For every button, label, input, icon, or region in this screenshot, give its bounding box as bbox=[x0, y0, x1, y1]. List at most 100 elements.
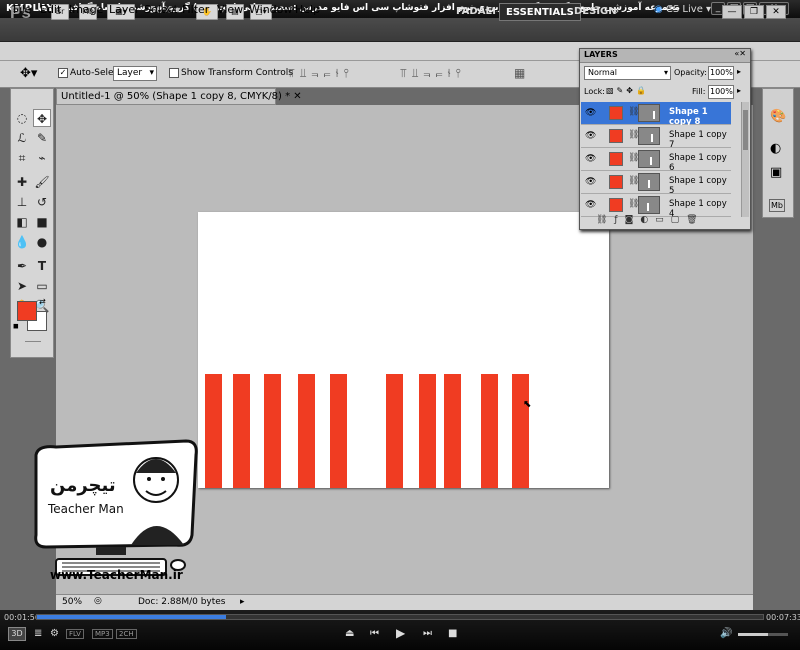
eraser-tool-icon[interactable]: ◧ bbox=[13, 213, 31, 231]
quick-select-tool-icon[interactable]: ✎ bbox=[33, 129, 51, 147]
ps-minimize-icon[interactable]: — bbox=[722, 5, 742, 19]
color-panel-icon[interactable]: 🎨 bbox=[770, 109, 786, 124]
ps-restore-icon[interactable]: ❐ bbox=[744, 5, 764, 19]
fill-input[interactable]: 100% bbox=[708, 85, 734, 99]
3d-button[interactable]: 3D bbox=[8, 627, 26, 641]
dodge-tool-icon[interactable]: ● bbox=[33, 233, 51, 251]
fill-slider-icon[interactable]: ▸ bbox=[737, 86, 741, 95]
ps-application-bar bbox=[0, 18, 800, 42]
shape-bar[interactable] bbox=[419, 374, 436, 488]
panel-close-icon[interactable]: «✕ bbox=[734, 49, 746, 58]
swap-colors-icon[interactable]: ⇄ bbox=[39, 297, 46, 306]
status-menu-icon[interactable]: ▸ bbox=[240, 597, 245, 607]
brush-tool-icon[interactable]: 🖌 bbox=[33, 173, 51, 191]
workspace-more-icon[interactable]: » bbox=[613, 6, 619, 17]
layers-panel-header[interactable]: LAYERS «✕ bbox=[580, 49, 750, 63]
pen-tool-icon[interactable]: ✒ bbox=[13, 257, 31, 275]
play-icon[interactable]: ▶ bbox=[396, 626, 405, 640]
path-select-icon[interactable]: ➤ bbox=[13, 277, 31, 295]
history-brush-icon[interactable]: ↺ bbox=[33, 193, 51, 211]
shape-bar[interactable] bbox=[205, 374, 222, 488]
opacity-input[interactable]: 100% bbox=[708, 66, 734, 80]
layer-row[interactable]: 👁 ⛓ Shape 1 copy 6 bbox=[581, 148, 731, 173]
shape-bar[interactable] bbox=[386, 374, 403, 488]
cs-live-button[interactable]: ◉ CS Live ▾ bbox=[654, 4, 711, 15]
shape-bar[interactable] bbox=[481, 374, 498, 488]
layer-color-thumbnail bbox=[609, 106, 623, 120]
menu-layer[interactable]: Layer bbox=[109, 3, 140, 16]
workspace-fadaei[interactable]: FADAEI bbox=[450, 3, 502, 21]
blur-tool-icon[interactable]: 💧 bbox=[13, 233, 31, 251]
doc-info[interactable]: Doc: 2.88M/0 bytes bbox=[138, 597, 226, 607]
crop-tool-icon[interactable]: ⌗ bbox=[13, 149, 31, 167]
menu-window[interactable]: Window bbox=[249, 3, 292, 16]
next-icon[interactable]: ⏭ bbox=[423, 628, 432, 639]
eject-icon[interactable]: ⏏ bbox=[345, 628, 354, 639]
menu-image[interactable]: Image bbox=[69, 3, 103, 16]
move-tool-preset-icon[interactable]: ✥▾ bbox=[20, 66, 37, 81]
layer-row[interactable]: 👁 ⛓ Shape 1 copy 8 bbox=[581, 102, 731, 127]
shape-bar[interactable] bbox=[264, 374, 281, 488]
shape-bar[interactable] bbox=[330, 374, 347, 488]
menu-help[interactable]: Help bbox=[295, 3, 320, 16]
status-zoom[interactable]: 50% bbox=[62, 597, 82, 607]
ps-close-icon[interactable]: ✕ bbox=[766, 5, 786, 19]
shape-bar[interactable] bbox=[298, 374, 315, 488]
healing-brush-icon[interactable]: ✚ bbox=[13, 173, 31, 191]
vector-mask-thumbnail bbox=[638, 173, 660, 191]
close-tab-icon[interactable]: ✕ bbox=[293, 91, 301, 102]
layers-footer-buttons[interactable]: ⛓ƒ◙◐▭▢🗑 bbox=[596, 215, 705, 225]
gradient-tool-icon[interactable]: ■ bbox=[33, 213, 51, 231]
lasso-tool-icon[interactable]: ℒ bbox=[13, 129, 31, 147]
canvas[interactable]: ⬉ bbox=[198, 212, 609, 488]
total-time: 00:07:33 bbox=[766, 613, 800, 622]
lock-icons[interactable]: ▧✎✥🔒 bbox=[606, 86, 649, 95]
stop-icon[interactable]: ■ bbox=[448, 628, 457, 639]
opacity-slider-icon[interactable]: ▸ bbox=[737, 67, 741, 76]
vector-mask-thumbnail bbox=[638, 127, 660, 145]
auto-select-dropdown[interactable]: Layer ▾ bbox=[113, 66, 157, 81]
volume-icon[interactable]: 🔊 bbox=[720, 628, 732, 639]
move-tool-icon[interactable]: ✥ bbox=[33, 109, 51, 127]
align-buttons[interactable]: ⫪⫫⫬⫭⫮⫯ bbox=[288, 66, 354, 81]
previous-icon[interactable]: ⏮ bbox=[370, 628, 379, 639]
svg-text:تیچرمن: تیچرمن bbox=[50, 475, 116, 496]
shape-bar[interactable] bbox=[444, 374, 461, 488]
shape-bar[interactable] bbox=[233, 374, 250, 488]
visibility-eye-icon[interactable]: 👁 bbox=[585, 131, 597, 141]
menu-filter[interactable]: Filter bbox=[182, 3, 209, 16]
visibility-eye-icon[interactable]: 👁 bbox=[585, 154, 597, 164]
playlist-icon[interactable]: ≣ bbox=[34, 628, 42, 639]
marquee-tool-icon[interactable]: ◌ bbox=[13, 109, 31, 127]
auto-select-checkbox[interactable]: ✓ bbox=[58, 68, 68, 78]
foreground-color-swatch-top[interactable] bbox=[17, 301, 37, 321]
visibility-eye-icon[interactable]: 👁 bbox=[585, 108, 597, 118]
layer-row[interactable]: 👁 ⛓ Shape 1 copy 4 bbox=[581, 194, 731, 217]
shape-bar[interactable] bbox=[512, 374, 529, 488]
distribute-buttons[interactable]: ⫪⫫⫬⫭⫮⫯ bbox=[400, 66, 466, 81]
blend-mode-dropdown[interactable]: Normal ▾ bbox=[584, 66, 671, 80]
menu-select[interactable]: Select bbox=[144, 3, 178, 16]
type-tool-icon[interactable]: T bbox=[33, 257, 51, 275]
menu-view[interactable]: View bbox=[217, 3, 243, 16]
default-colors-icon[interactable]: ◼ bbox=[13, 322, 19, 330]
layers-scrollbar[interactable] bbox=[741, 102, 749, 217]
adjustments-panel-icon[interactable]: ◐ bbox=[770, 141, 781, 156]
show-transform-checkbox[interactable] bbox=[169, 68, 179, 78]
shape-tool-icon[interactable]: ▭ bbox=[33, 277, 51, 295]
scrollbar-thumb[interactable] bbox=[743, 110, 748, 150]
settings-icon[interactable]: ⚙ bbox=[50, 628, 59, 639]
menu-edit[interactable]: Edit bbox=[40, 3, 61, 16]
clone-stamp-icon[interactable]: ⊥ bbox=[13, 193, 31, 211]
mini-bridge-panel-icon[interactable]: Mb bbox=[769, 199, 785, 212]
layer-row[interactable]: 👁 ⛓ Shape 1 copy 5 bbox=[581, 171, 731, 196]
layers-panel: LAYERS «✕ Normal ▾ Opacity: 100% ▸ Lock: … bbox=[579, 48, 751, 230]
visibility-eye-icon[interactable]: 👁 bbox=[585, 200, 597, 210]
auto-align-button[interactable]: ▦ bbox=[514, 66, 525, 80]
eyedropper-tool-icon[interactable]: ⌁ bbox=[33, 149, 51, 167]
menu-file[interactable]: File bbox=[13, 3, 31, 16]
visibility-eye-icon[interactable]: 👁 bbox=[585, 177, 597, 187]
masks-panel-icon[interactable]: ▣ bbox=[770, 165, 782, 180]
document-tab[interactable]: Untitled-1 @ 50% (Shape 1 copy 8, CMYK/8… bbox=[56, 88, 302, 105]
layer-row[interactable]: 👁 ⛓ Shape 1 copy 7 bbox=[581, 125, 731, 150]
